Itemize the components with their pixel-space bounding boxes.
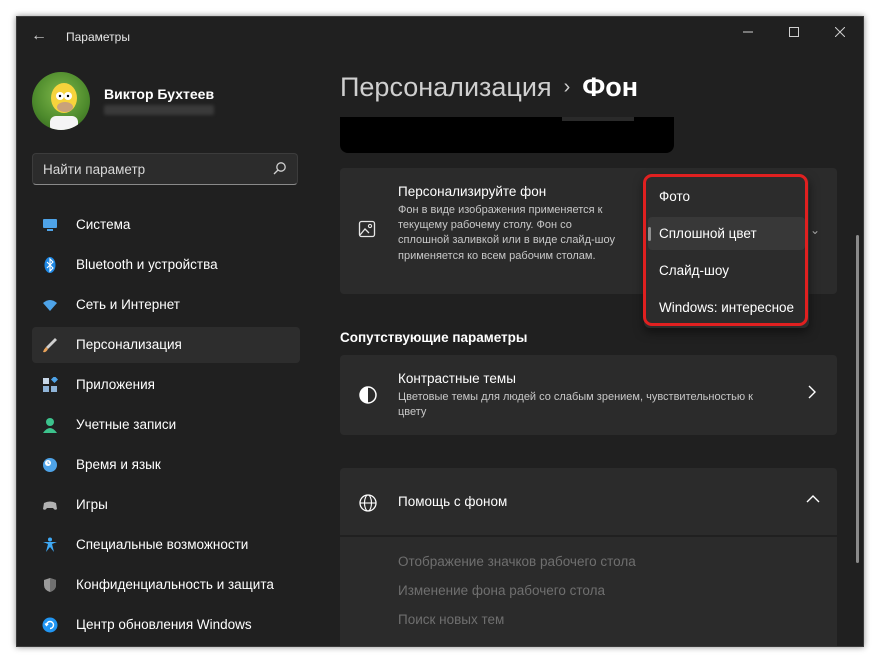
- settings-window: ← Параметры Виктор Бухтеев Найти парамет…: [16, 16, 864, 647]
- update-icon: [42, 617, 58, 633]
- clock-globe-icon: [43, 458, 57, 472]
- maximize-button[interactable]: [771, 17, 817, 47]
- preview-taskbar: [562, 117, 634, 121]
- background-card-title: Персонализируйте фон: [398, 184, 547, 199]
- sidebar-item-apps[interactable]: Приложения: [32, 367, 300, 403]
- sidebar-item-accessibility[interactable]: Специальные возможности: [32, 527, 300, 563]
- background-type-dropdown[interactable]: Фото Сплошной цвет Слайд-шоу Windows: ин…: [644, 176, 809, 328]
- search-input[interactable]: Найти параметр: [32, 153, 298, 185]
- sidebar-item-system[interactable]: Система: [32, 207, 300, 243]
- maximize-icon: [789, 27, 799, 37]
- background-card-description: Фон в виде изображения применяется к тек…: [398, 204, 615, 262]
- help-link-find-themes[interactable]: Поиск новых тем: [398, 612, 504, 627]
- related-settings-header: Сопутствующие параметры: [340, 330, 528, 345]
- bluetooth-icon: [44, 257, 56, 273]
- sidebar-item-network[interactable]: Сеть и Интернет: [32, 287, 300, 323]
- desktop-preview: [340, 117, 674, 153]
- sidebar-item-label: Bluetooth и устройства: [76, 257, 218, 272]
- gamepad-icon: [43, 501, 57, 510]
- help-links-panel: Отображение значков рабочего стола Измен…: [340, 537, 837, 646]
- back-arrow-icon[interactable]: ←: [29, 27, 49, 47]
- sidebar-item-label: Время и язык: [76, 457, 161, 472]
- apps-icon: [43, 377, 58, 392]
- selected-indicator: [648, 227, 651, 241]
- contrast-themes-card[interactable]: Контрастные темы Цветовые темы для людей…: [340, 355, 837, 435]
- sidebar-item-label: Учетные записи: [76, 417, 177, 432]
- close-button[interactable]: [817, 17, 863, 47]
- scrollbar[interactable]: [856, 235, 859, 563]
- sidebar-item-label: Персонализация: [76, 337, 182, 352]
- chevron-right-icon: [808, 385, 816, 399]
- app-title: Параметры: [66, 30, 130, 44]
- picture-icon: [358, 220, 376, 238]
- brush-icon: [43, 338, 57, 353]
- contrast-themes-title: Контрастные темы: [398, 371, 516, 386]
- accessibility-icon: [43, 537, 57, 552]
- dropdown-option-label: Слайд-шоу: [659, 263, 729, 278]
- close-icon: [835, 27, 845, 37]
- user-name: Виктор Бухтеев: [104, 86, 215, 102]
- sidebar-item-label: Приложения: [76, 377, 155, 392]
- contrast-themes-description: Цветовые темы для людей со слабым зрение…: [398, 391, 753, 419]
- minimize-button[interactable]: [725, 17, 771, 47]
- sidebar-item-label: Система: [76, 217, 131, 232]
- sidebar-item-label: Сеть и Интернет: [76, 297, 180, 312]
- chevron-up-icon: [806, 495, 820, 503]
- sidebar-nav: Система Bluetooth и устройства Сеть и Ин…: [32, 207, 300, 646]
- breadcrumb: Персонализация › Фон: [340, 72, 638, 103]
- breadcrumb-parent[interactable]: Персонализация: [340, 72, 552, 102]
- help-title: Помощь с фоном: [398, 494, 508, 509]
- user-email-redacted: [104, 105, 214, 115]
- sidebar-item-time-language[interactable]: Время и язык: [32, 447, 300, 483]
- avatar[interactable]: [32, 72, 90, 130]
- globe-icon: [359, 494, 377, 512]
- dropdown-option-slideshow[interactable]: Слайд-шоу: [648, 254, 805, 287]
- search-placeholder: Найти параметр: [43, 162, 146, 177]
- network-icon: [43, 300, 57, 311]
- contrast-icon: [359, 386, 377, 404]
- sidebar-item-gaming[interactable]: Игры: [32, 487, 300, 523]
- sidebar-item-label: Центр обновления Windows: [76, 617, 252, 632]
- help-link-change-background[interactable]: Изменение фона рабочего стола: [398, 583, 605, 598]
- page-title: Фон: [582, 72, 639, 102]
- sidebar-item-windows-update[interactable]: Центр обновления Windows: [32, 607, 300, 643]
- dropdown-option-spotlight[interactable]: Windows: интересное: [648, 291, 805, 324]
- dropdown-option-label: Сплошной цвет: [659, 226, 757, 241]
- sidebar-item-label: Специальные возможности: [76, 537, 249, 552]
- dropdown-option-label: Фото: [659, 189, 691, 204]
- dropdown-option-photo[interactable]: Фото: [648, 180, 805, 213]
- sidebar-item-personalization[interactable]: Персонализация: [32, 327, 300, 363]
- help-with-background-header[interactable]: Помощь с фоном: [340, 468, 837, 535]
- breadcrumb-separator-icon: ›: [563, 76, 571, 98]
- avatar-image: [50, 83, 78, 130]
- account-icon: [43, 418, 57, 433]
- sidebar-item-label: Конфиденциальность и защита: [76, 577, 274, 592]
- sidebar-item-label: Игры: [76, 497, 108, 512]
- chevron-down-icon[interactable]: ⌄: [810, 223, 820, 237]
- sidebar-item-privacy[interactable]: Конфиденциальность и защита: [32, 567, 300, 603]
- dropdown-option-solid-color[interactable]: Сплошной цвет: [648, 217, 805, 250]
- title-bar: ← Параметры: [17, 17, 863, 55]
- system-icon: [43, 219, 57, 231]
- minimize-icon: [743, 31, 753, 33]
- sidebar-item-accounts[interactable]: Учетные записи: [32, 407, 300, 443]
- help-link-desktop-icons[interactable]: Отображение значков рабочего стола: [398, 554, 636, 569]
- dropdown-option-label: Windows: интересное: [659, 300, 795, 315]
- search-icon[interactable]: [273, 161, 287, 175]
- shield-icon: [44, 578, 56, 592]
- sidebar-item-bluetooth[interactable]: Bluetooth и устройства: [32, 247, 300, 283]
